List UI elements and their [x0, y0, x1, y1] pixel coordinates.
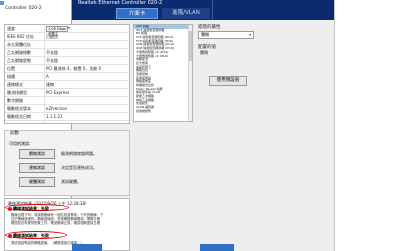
- dialog-title: Realtek Ethernet Controller 020-2: [78, 0, 163, 6]
- table-row: 速度 1.00 Gbps 全雙工 ▾: [5, 25, 129, 36]
- title-separator: [212, 0, 213, 20]
- result-status-text: 纜線測試結果：失敗: [13, 233, 49, 238]
- list-item[interactable]: 接收端調整: [134, 109, 192, 114]
- table-row: 插槽 A: [5, 73, 129, 81]
- table-row: 永久實體位址: [5, 41, 129, 49]
- row-key: 速度: [7, 26, 15, 31]
- speed-select[interactable]: 1.00 Gbps 全雙工: [46, 26, 68, 36]
- row-key: 匯流排類型: [7, 90, 27, 95]
- row-key: 連線模式: [7, 82, 23, 87]
- table-row: 位置 PCI 匯流排 4，裝置 0，功能 0: [5, 65, 129, 73]
- result-status: 纜線測試結果：失敗: [8, 233, 49, 239]
- row-key: 位置: [7, 66, 15, 71]
- property-value-panel: 進階的屬性 關閉 ▾ 配置的值 關閉 使用預設值: [196, 24, 258, 124]
- row-key: 永久實體位址: [7, 42, 31, 47]
- cable-test-description: 檢測網路線路問題。: [61, 151, 97, 156]
- result-status-text: 纜線測試結果：失敗: [13, 206, 49, 211]
- scrollbar-thumb[interactable]: [189, 31, 192, 61]
- group-title: 診斷: [9, 130, 20, 136]
- table-row: 連線模式 連線: [5, 81, 129, 89]
- list-scrollbar[interactable]: [188, 25, 192, 121]
- table-row: 乙太網路幀數 不支援: [5, 49, 129, 57]
- row-key: IEEE 802 位址: [7, 34, 34, 39]
- bottom-accent: [200, 244, 234, 251]
- row-value: 已啟用: [46, 34, 58, 39]
- advanced-property-list[interactable]: ARP 卸載 IPv4 總和檢查碼卸載 NS 卸載 TCP 總和檢查碼卸載 (I…: [133, 24, 193, 122]
- row-value: A: [46, 74, 49, 79]
- row-value: 1.1.1.21: [46, 114, 63, 119]
- tab-adapter[interactable]: 介面卡: [116, 8, 158, 19]
- background-desktop: [334, 0, 400, 251]
- row-value: PCI Express: [46, 90, 70, 95]
- adapter-info-table: 速度 1.00 Gbps 全雙工 ▾ IEEE 802 位址 已啟用 永久實體位…: [4, 24, 130, 124]
- connection-test-button[interactable]: 連線測試: [19, 163, 55, 173]
- row-key: 驅動程式日期: [7, 114, 31, 119]
- row-value: 不支援: [46, 58, 58, 63]
- row-key: 驅動程式版本: [7, 106, 31, 111]
- title-bar: Realtek Ethernet Controller 020-2 介面卡 進階…: [72, 0, 334, 20]
- window-edge: [334, 0, 335, 251]
- test-results-panel: 最後測試結果（2022/9/26 上午 12:28:38） 纜線測試結果：失敗 …: [4, 198, 130, 251]
- table-row: IEEE 802 位址 已啟用: [5, 33, 129, 41]
- chevron-down-icon: ▾: [249, 33, 251, 37]
- error-icon: [8, 233, 12, 238]
- table-row: 數字網路: [5, 97, 129, 105]
- row-value: 不支援: [46, 50, 58, 55]
- background-window-line2: Controller 020-2: [5, 6, 42, 11]
- property-label: 進階的屬性: [198, 25, 221, 30]
- device-icon: [0, 1, 4, 5]
- row-value: PCI 匯流排 4，裝置 0，功能 0: [46, 66, 102, 71]
- row-value: 連線: [46, 82, 54, 87]
- available-tests-label: 可用的測試：: [9, 141, 33, 146]
- bottom-accent: [72, 244, 102, 251]
- row-value: e2fversion: [46, 106, 68, 111]
- table-row: 驅動程式版本 e2fversion: [5, 105, 129, 113]
- row-key: 乙太網路狀態: [7, 58, 31, 63]
- table-row: 匯流排類型 PCI Express: [5, 89, 129, 97]
- row-key: 數字網路: [7, 98, 23, 103]
- select-value: 關閉: [201, 32, 209, 37]
- tab-advanced-vlan[interactable]: 進階/VLAN: [162, 8, 210, 19]
- hardware-test-button[interactable]: 硬體測試: [19, 177, 55, 187]
- table-row: 乙太網路狀態 不支援: [5, 57, 129, 65]
- row-key: 插槽: [7, 74, 15, 79]
- hardware-test-description: 測試硬體。: [61, 179, 81, 184]
- diagnostics-group: 診斷 可用的測試： 纜線測試 檢測網路線路問題。 連線測試 決定是否連結成功。 …: [4, 130, 130, 196]
- table-row: 驅動程式日期 1.1.1.21: [5, 113, 129, 121]
- property-value-select[interactable]: 關閉 ▾: [198, 31, 254, 39]
- result-detail-line: 確認是否有異常配置工作。確認纜線正常。確認相關連接正確: [11, 221, 101, 225]
- status-value: 關閉: [200, 50, 208, 55]
- use-default-button[interactable]: 使用預設值: [209, 76, 247, 86]
- error-icon: [8, 206, 12, 211]
- row-key: 乙太網路幀數: [7, 50, 31, 55]
- cable-test-button[interactable]: 纜線測試: [19, 149, 55, 159]
- chevron-down-icon: ▾: [68, 26, 70, 30]
- connection-test-description: 決定是否連結成功。: [61, 165, 97, 170]
